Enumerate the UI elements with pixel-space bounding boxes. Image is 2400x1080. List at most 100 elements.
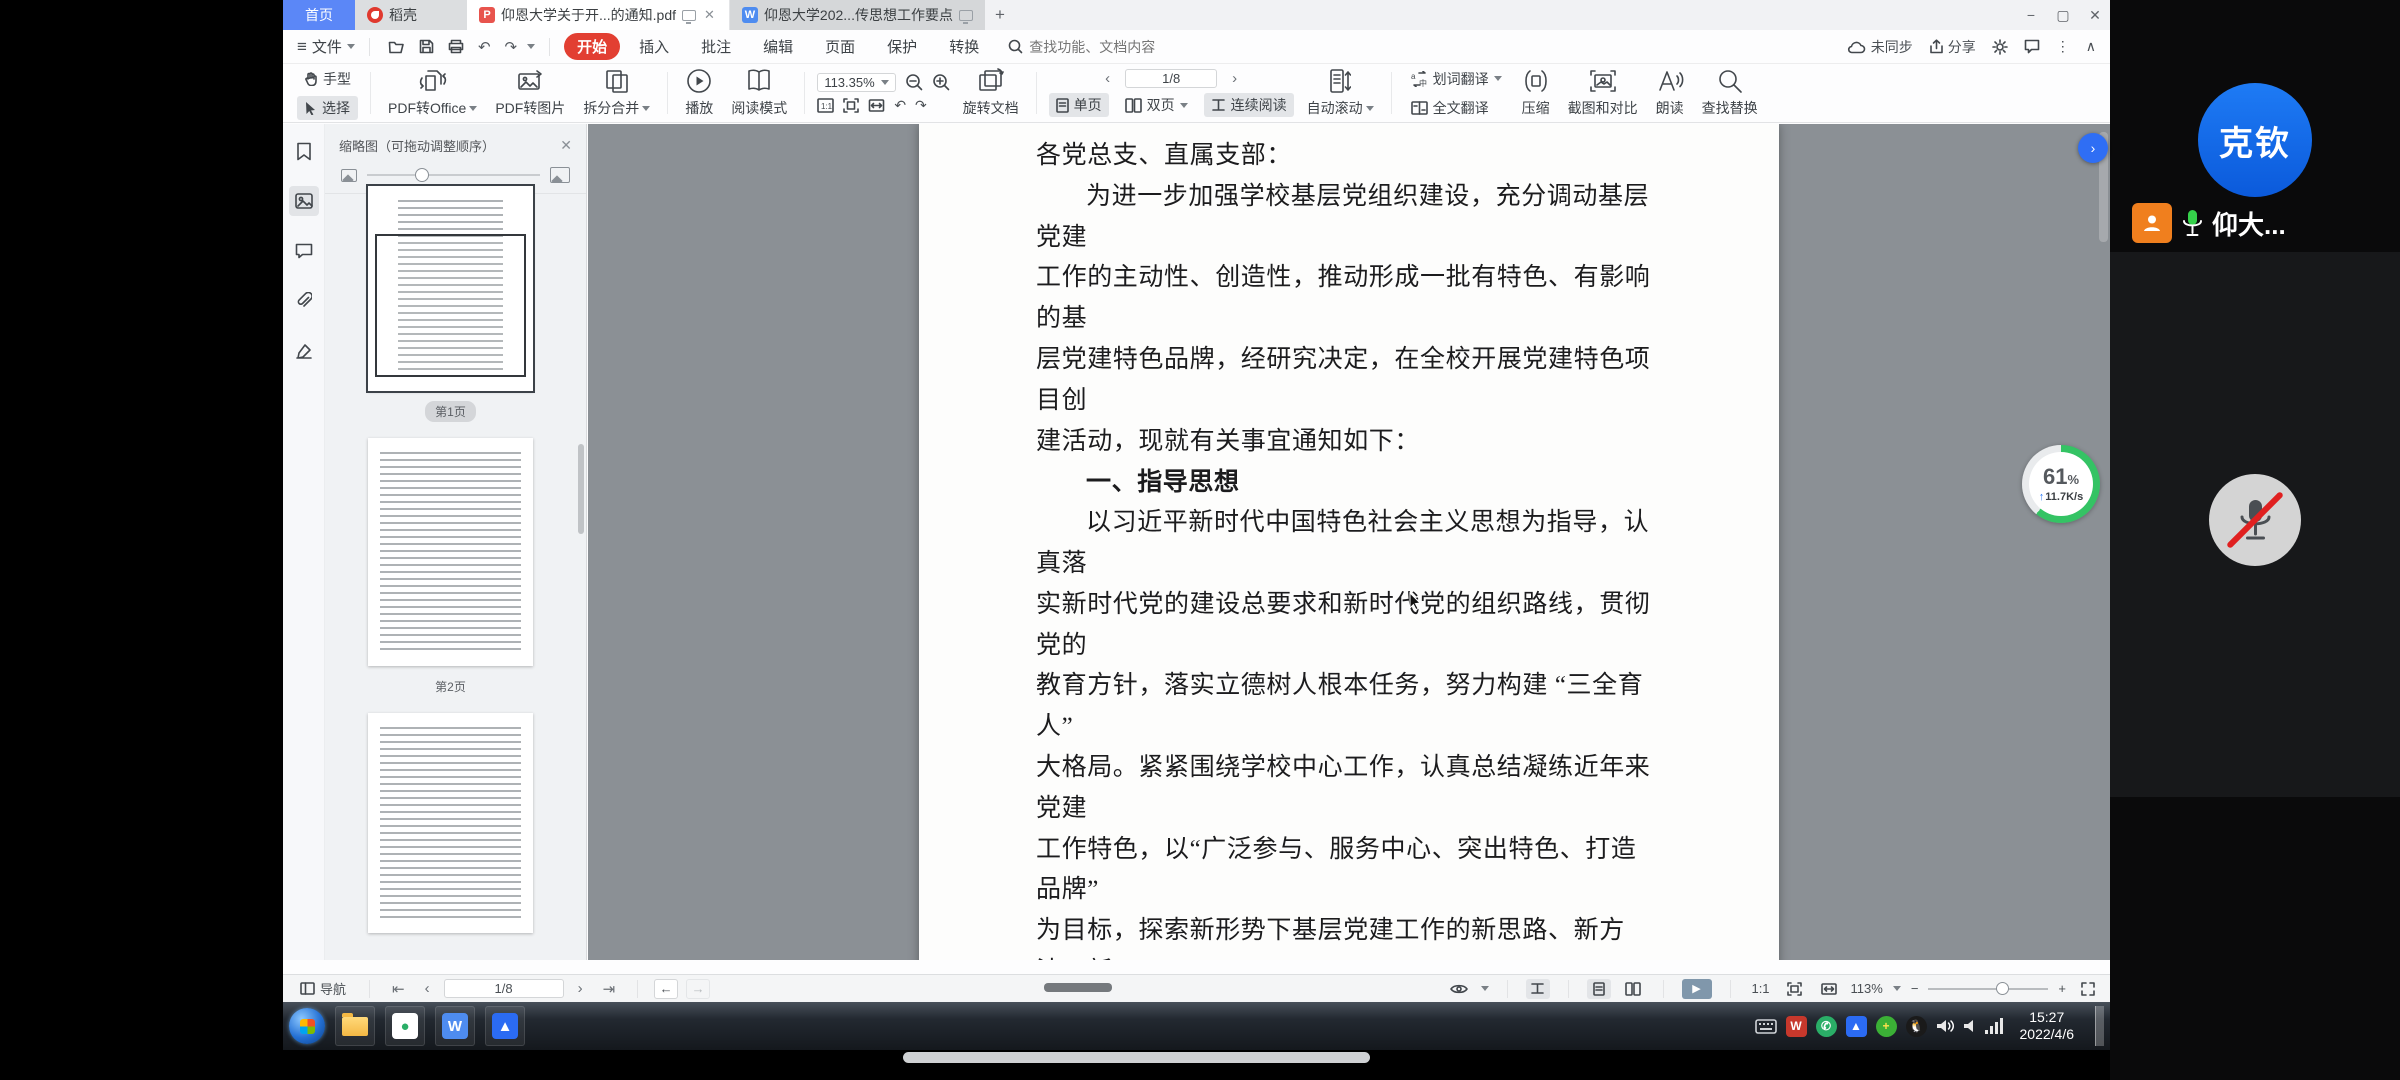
rotate-left-icon[interactable]: ↶ <box>894 97 906 114</box>
hand-tool-button[interactable]: 手型 <box>297 67 358 91</box>
panel-close-icon[interactable]: ✕ <box>560 137 572 154</box>
single-page-button[interactable]: 单页 <box>1049 93 1109 117</box>
menu-edit[interactable]: 编辑 <box>750 33 806 60</box>
panel-scrollbar[interactable] <box>578 444 584 534</box>
maximize-button[interactable]: ▢ <box>2054 7 2072 24</box>
tray-meeting-icon[interactable]: ▲ <box>1846 1016 1867 1037</box>
pdf-page[interactable]: 各党总支、直属支部： 为进一步加强学校基层党组织建设，充分调动基层党建 工作的主… <box>919 124 1779 960</box>
document-canvas[interactable]: 各党总支、直属支部： 为进一步加强学校基层党组织建设，充分调动基层党建 工作的主… <box>588 124 2110 960</box>
participant-video-tile[interactable] <box>2110 252 2400 797</box>
double-page-button[interactable]: 双页 <box>1118 93 1195 117</box>
last-page-icon[interactable]: ⇥ <box>597 980 622 998</box>
zoom-in-icon[interactable] <box>932 73 950 91</box>
horizontal-scrollbar-thumb[interactable] <box>1044 983 1112 992</box>
auto-scroll-button[interactable]: 自动滚动 <box>1298 66 1383 120</box>
comment-bubble-icon[interactable] <box>2024 39 2040 54</box>
minimize-button[interactable]: − <box>2022 7 2040 23</box>
horizontal-scrollbar[interactable] <box>710 975 1446 1002</box>
single-page-toggle[interactable] <box>1587 979 1611 999</box>
tray-volume-loud-icon[interactable] <box>1936 1018 1954 1034</box>
history-forward-button[interactable]: → <box>686 979 710 999</box>
signature-icon[interactable] <box>289 336 319 366</box>
find-replace-button[interactable]: 查找替换 <box>1693 66 1767 120</box>
split-merge-button[interactable]: 拆分合并 <box>574 66 659 120</box>
menu-protect[interactable]: 保护 <box>874 33 930 60</box>
tray-antivirus-icon[interactable]: + <box>1876 1016 1897 1037</box>
zoom-in-button[interactable]: + <box>2058 981 2066 996</box>
fit-width-button[interactable] <box>1817 979 1841 999</box>
thumbnail-page-2[interactable] <box>368 438 533 666</box>
slider-knob[interactable] <box>415 168 429 182</box>
menu-insert[interactable]: 插入 <box>626 33 682 60</box>
next-page-icon[interactable]: › <box>572 980 589 997</box>
undo-button[interactable]: ↶ <box>474 38 495 56</box>
continuous-read-toggle[interactable] <box>1526 979 1550 999</box>
thumbnail-viewport-box[interactable] <box>375 234 526 377</box>
navigation-toggle-button[interactable]: 导航 <box>293 977 353 1000</box>
status-page-box[interactable]: 1/8 <box>444 979 564 998</box>
prev-page-icon[interactable]: ‹ <box>1099 70 1116 87</box>
menu-comment[interactable]: 批注 <box>688 33 744 60</box>
share-button[interactable]: 分享 <box>1929 37 1976 57</box>
quick-access-more-icon[interactable] <box>527 44 535 49</box>
tab-word-document[interactable]: W 仰恩大学202...传思想工作要点 <box>730 0 985 30</box>
tray-wps-icon[interactable]: W <box>1786 1016 1807 1037</box>
zoom-level-select[interactable]: 113.35% <box>817 73 895 92</box>
thumbnails-icon[interactable] <box>289 186 319 216</box>
pdf-to-office-button[interactable]: PDF转Office <box>379 66 486 120</box>
taskbar-wechat-button[interactable]: ● <box>385 1006 425 1046</box>
compress-button[interactable]: 压缩 <box>1513 66 1559 120</box>
close-button[interactable]: ✕ <box>2086 7 2104 24</box>
prev-page-icon[interactable]: ‹ <box>419 980 436 997</box>
taskbar-wps-button[interactable]: W <box>435 1006 475 1046</box>
network-progress-widget[interactable]: 61% ↑11.7K/s <box>2022 445 2100 523</box>
status-zoom-value[interactable]: 113% <box>1851 981 1883 996</box>
play-button[interactable]: 播放 <box>676 66 722 120</box>
tray-volume-icon[interactable] <box>1963 1018 1976 1034</box>
pdf-to-image-button[interactable]: PDF转图片 <box>486 66 574 120</box>
file-menu[interactable]: ≡ 文件 <box>297 36 355 57</box>
eye-protect-icon[interactable] <box>1447 979 1471 999</box>
presentation-play-button[interactable]: ▶ <box>1682 979 1712 999</box>
menu-home[interactable]: 开始 <box>564 33 620 60</box>
double-page-toggle[interactable] <box>1621 979 1645 999</box>
mic-muted-button[interactable] <box>2209 474 2301 566</box>
screenshot-compare-button[interactable]: 截图和对比 <box>1559 66 1647 120</box>
history-back-button[interactable]: ← <box>654 979 678 999</box>
zoom-slider-knob[interactable] <box>1996 982 2009 995</box>
tab-close-icon[interactable]: ✕ <box>702 7 717 23</box>
taskbar-explorer-button[interactable] <box>335 1006 375 1046</box>
first-page-icon[interactable]: ⇤ <box>386 980 411 998</box>
page-number-box[interactable]: 1/8 <box>1125 69 1217 88</box>
sync-status[interactable]: 未同步 <box>1847 37 1913 57</box>
thumbnail-page-1[interactable] <box>368 186 533 391</box>
actual-size-icon[interactable]: 1:1 <box>817 98 834 113</box>
menu-page[interactable]: 页面 <box>812 33 868 60</box>
search-input[interactable] <box>1029 39 1229 55</box>
network-signal-icon[interactable] <box>1985 1018 2003 1034</box>
read-aloud-button[interactable]: 朗读 <box>1647 66 1693 120</box>
rotate-right-icon[interactable]: ↷ <box>915 97 927 114</box>
actual-size-button[interactable]: 1:1 <box>1749 979 1773 999</box>
menu-convert[interactable]: 转换 <box>936 33 992 60</box>
fit-page-icon[interactable] <box>843 98 859 113</box>
zoom-out-button[interactable]: − <box>1911 981 1919 996</box>
tab-pdf-document[interactable]: P 仰恩大学关于开...的通知.pdf ✕ <box>467 0 730 30</box>
taskbar-clock[interactable]: 15:27 2022/4/6 <box>2020 1009 2075 1043</box>
chevron-down-icon[interactable] <box>1893 986 1901 991</box>
fullscreen-icon[interactable] <box>2076 979 2100 999</box>
save-button[interactable] <box>415 39 438 54</box>
floating-assistant-button[interactable]: › <box>2078 133 2108 163</box>
tray-qq-icon[interactable]: 🐧 <box>1906 1016 1927 1037</box>
redo-button[interactable]: ↷ <box>501 38 522 56</box>
keyboard-layout-icon[interactable] <box>1755 1019 1777 1034</box>
slider-track[interactable] <box>367 174 540 176</box>
tab-docer[interactable]: 稻壳 <box>355 0 467 30</box>
zoom-out-icon[interactable] <box>905 73 923 91</box>
chevron-down-icon[interactable] <box>1481 986 1489 991</box>
new-tab-button[interactable]: + <box>985 0 1015 30</box>
rotate-document-button[interactable]: 旋转文档 <box>954 66 1028 120</box>
fit-page-button[interactable] <box>1783 979 1807 999</box>
next-page-icon[interactable]: › <box>1226 70 1243 87</box>
start-button[interactable] <box>289 1008 325 1044</box>
